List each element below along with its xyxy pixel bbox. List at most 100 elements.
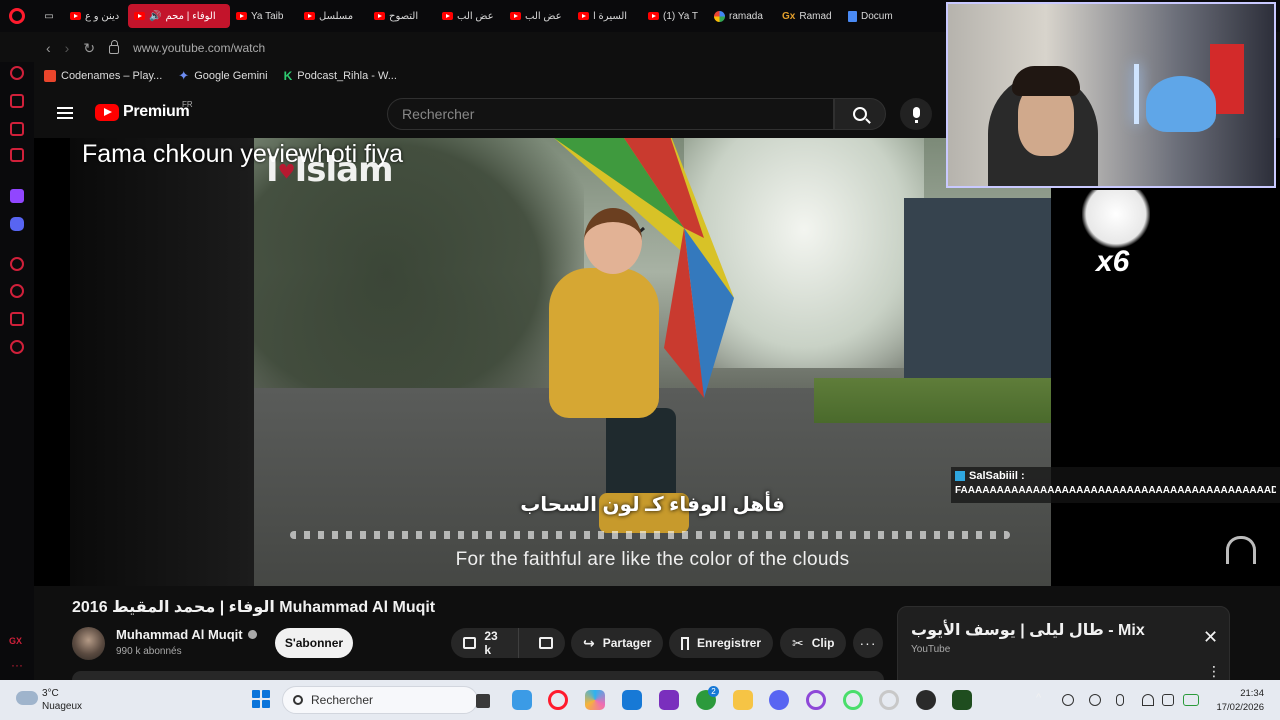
bookmark-codenames[interactable]: Codenames – Play... [44,70,162,82]
cloud-icon[interactable] [16,691,38,705]
clock-time[interactable]: 21:34 [1228,688,1264,699]
video-frame[interactable] [254,138,1051,586]
chat-username: SalSabiiil : [969,470,1025,482]
terminal-icon[interactable] [952,690,972,710]
tab-label: ramada [729,10,763,22]
task-view-icon[interactable] [476,694,490,708]
browser-tab[interactable]: مسلسل [298,4,368,28]
bookmarks-bar: Codenames – Play... ✦ Google Gemini K Podc… [34,64,946,88]
news-icon[interactable] [10,148,24,162]
bookmark-gemini[interactable]: ✦ Google Gemini [178,68,267,84]
tab-islands-icon[interactable]: ▭ [34,4,64,28]
opera-sidebar: GX ··· [0,62,34,680]
subscribe-button[interactable]: S'abonner [275,628,353,658]
wifi-icon[interactable] [1142,694,1154,706]
speaker-icon[interactable]: 🔊 [149,11,161,22]
channel-avatar[interactable] [72,627,105,660]
description-box[interactable] [72,671,884,680]
opera-gx-icon[interactable] [548,690,568,710]
browser-tab[interactable]: Ya Taib [230,4,298,28]
dislike-button[interactable] [527,628,565,658]
reload-icon[interactable]: ↻ [83,40,95,57]
opera-logo-icon[interactable] [0,0,34,32]
discord-taskbar-icon[interactable] [769,690,789,710]
youtube-logo[interactable]: Premium [95,103,190,121]
browser-tab[interactable]: دينن و ع [64,4,128,28]
forward-icon[interactable]: › [65,40,70,56]
battery-icon[interactable] [1183,694,1199,706]
browser-tab[interactable]: Docum [842,4,908,28]
youtube-icon [134,12,145,20]
opera-gx-alt-icon[interactable] [806,690,826,710]
menu-icon[interactable] [57,107,73,119]
more-actions-button[interactable]: ··· [853,628,883,658]
browser-tab[interactable]: عض الب [436,4,504,28]
more-icon[interactable]: ··· [11,658,23,672]
save-button[interactable]: Enregistrer [669,628,773,658]
share-label: Partager [602,636,652,650]
back-icon[interactable]: ‹ [46,40,51,56]
voice-search-button[interactable] [900,98,932,130]
youtube-icon [304,12,315,20]
podcast-icon: K [283,69,293,83]
discord-icon[interactable] [10,217,24,231]
volume-icon[interactable] [1162,694,1174,706]
player-icon[interactable] [10,257,24,271]
tab-label: عض الب [525,10,562,22]
lock-icon[interactable] [109,40,120,54]
twitch-icon[interactable] [10,189,24,203]
gx-control-icon[interactable] [10,94,24,108]
bookmark-icon [681,636,689,650]
copilot-icon[interactable] [585,690,605,710]
extensions-icon[interactable] [10,312,24,326]
gx-corner-icon[interactable] [10,122,24,136]
channel-name[interactable]: Muhammad Al Muqit [116,627,257,642]
opera-app-icon[interactable] [659,690,679,710]
weather-temperature[interactable]: 3°C [42,688,59,699]
mix-title: طال ليلى | يوسف الأيوب - Mix [911,622,1145,639]
close-icon[interactable]: ✕ [1203,627,1218,648]
tab-label: Docum [861,10,893,22]
file-explorer-icon[interactable] [733,690,753,710]
sync-icon[interactable] [1089,694,1101,706]
widgets-icon[interactable] [512,690,532,710]
microsoft-store-icon[interactable] [622,690,642,710]
browser-tab[interactable]: (1) Ya T [642,4,708,28]
plush-sheep-icon [1082,190,1150,250]
url-field[interactable]: www.youtube.com/watch [133,41,265,55]
browser-tab[interactable]: Gx Ramad [776,4,842,28]
weather-description[interactable]: Nuageux [42,701,82,712]
taskbar-search[interactable]: Rechercher [282,686,478,714]
browser-tab[interactable]: عض الب [504,4,572,28]
clip-button[interactable]: ✂ Clip [780,628,846,658]
browser-tab-active[interactable]: 🔊 الوفاء | محم [128,4,230,28]
gx-icon[interactable]: GX [9,636,22,646]
clock-date[interactable]: 17/02/2026 [1208,702,1264,713]
like-button[interactable]: 23 k [451,628,520,658]
share-button[interactable]: ↪ Partager [571,628,663,658]
bookmark-podcast[interactable]: K Podcast_Rihla - W... [284,69,397,83]
browser-tab[interactable]: التصوح [368,4,436,28]
more-vertical-icon[interactable]: ⋮ [1207,663,1221,680]
settings-icon[interactable] [10,340,24,354]
streamer-headphones [1012,66,1080,96]
english-subtitle: For the faithful are like the color of t… [455,549,850,570]
onedrive-icon[interactable] [1062,694,1074,706]
opera-plain-icon[interactable] [879,690,899,710]
like-count: 23 k [484,629,498,657]
obs-icon[interactable] [916,690,936,710]
tab-label: الوفاء | محم [165,10,216,22]
microphone-tray-icon[interactable] [1116,694,1124,706]
youtube-icon [236,12,247,20]
speed-dial-icon[interactable] [10,66,24,80]
browser-tab[interactable]: ramada [708,4,776,28]
chevron-up-icon[interactable]: ^ [1036,692,1048,704]
history-icon[interactable] [10,284,24,298]
opera-green-icon[interactable] [843,690,863,710]
chat-text: FAAAAAAAAAAAAAAAAAAAAAAAAAAAAAAAAAAAAAAA… [955,485,1276,496]
browser-tab[interactable]: السيرة ا [572,4,642,28]
search-button[interactable] [834,98,886,130]
search-input[interactable]: Rechercher [387,98,834,130]
mix-playlist-card[interactable]: طال ليلى | يوسف الأيوب - Mix YouTube ✕ ⋮ [897,606,1230,684]
windows-start-icon[interactable] [252,690,270,708]
